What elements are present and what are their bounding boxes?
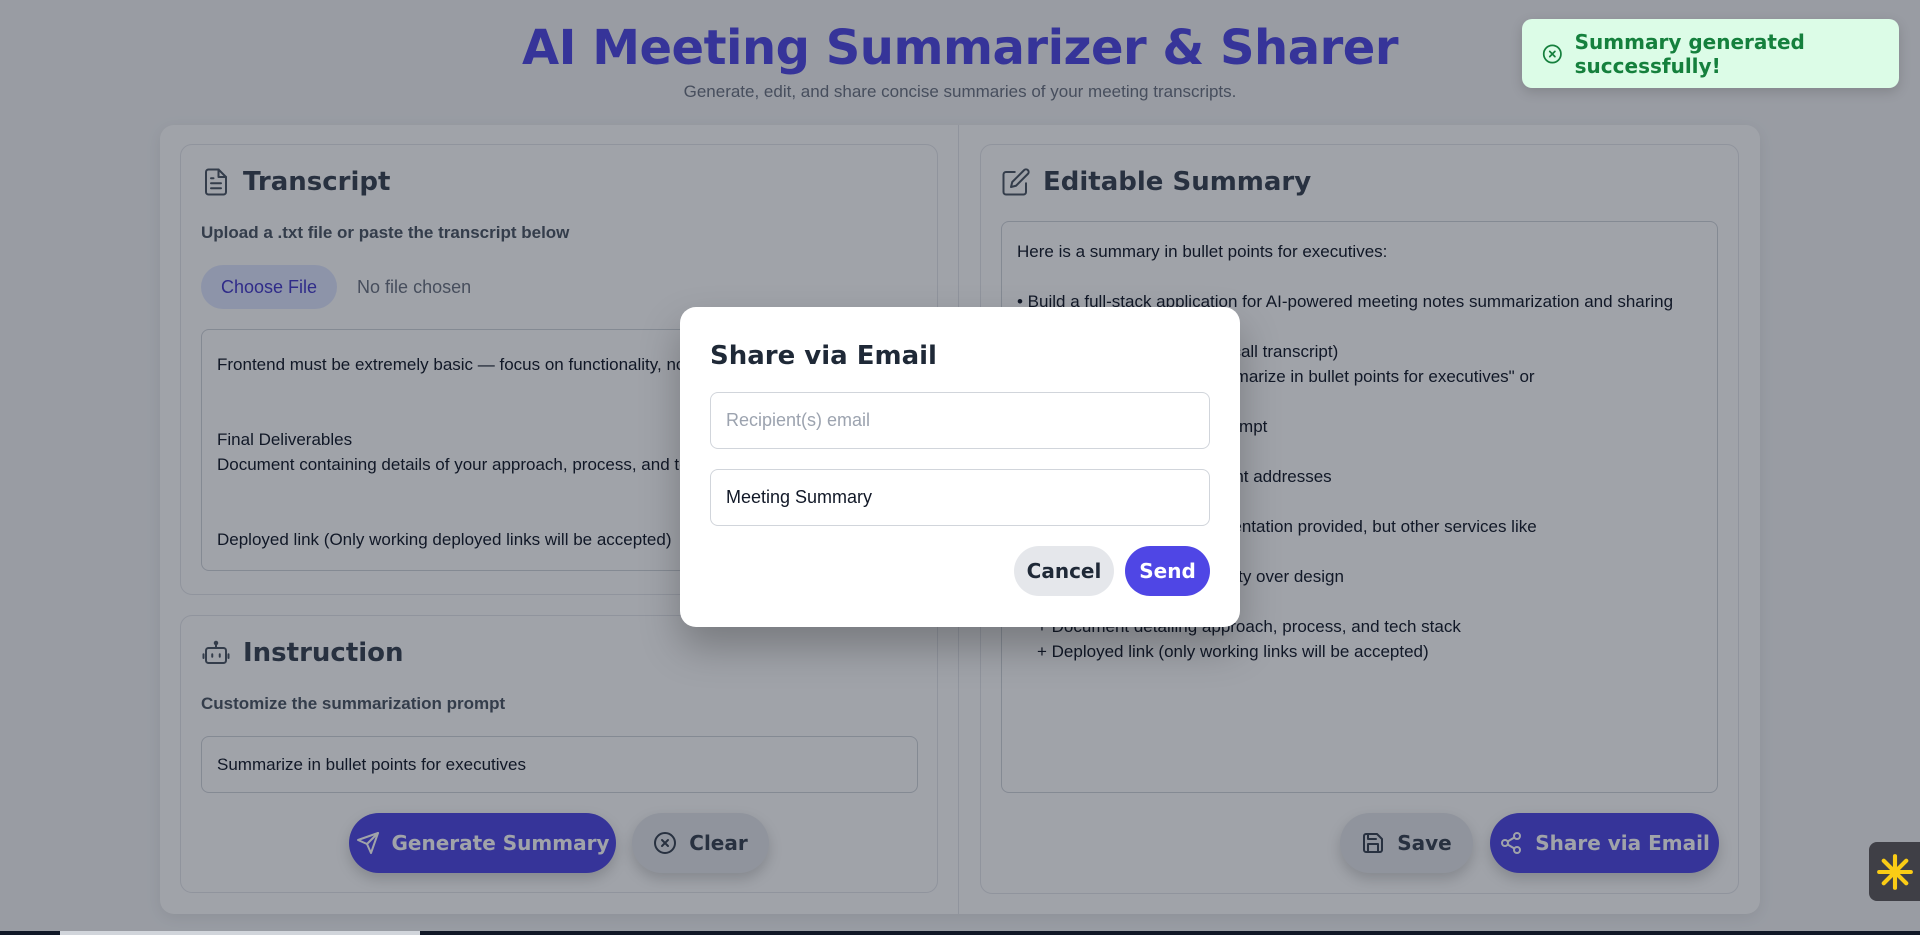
toast-message: Summary generated successfully! bbox=[1574, 29, 1805, 78]
recipient-email-input[interactable] bbox=[710, 392, 1210, 449]
share-email-modal: Share via Email Cancel Send bbox=[680, 307, 1240, 627]
sparkle-icon bbox=[1876, 853, 1913, 890]
success-toast: Summary generated successfully! bbox=[1522, 19, 1899, 88]
send-button[interactable]: Send bbox=[1125, 546, 1210, 596]
modal-title: Share via Email bbox=[710, 341, 937, 371]
assistant-widget[interactable] bbox=[1869, 842, 1920, 901]
close-circle-icon[interactable] bbox=[1542, 41, 1563, 67]
cancel-button[interactable]: Cancel bbox=[1014, 546, 1114, 596]
bottom-bar-segment bbox=[60, 931, 420, 935]
app-page: AI Meeting Summarizer & Sharer Generate,… bbox=[0, 0, 1920, 935]
subject-input[interactable] bbox=[710, 469, 1210, 526]
